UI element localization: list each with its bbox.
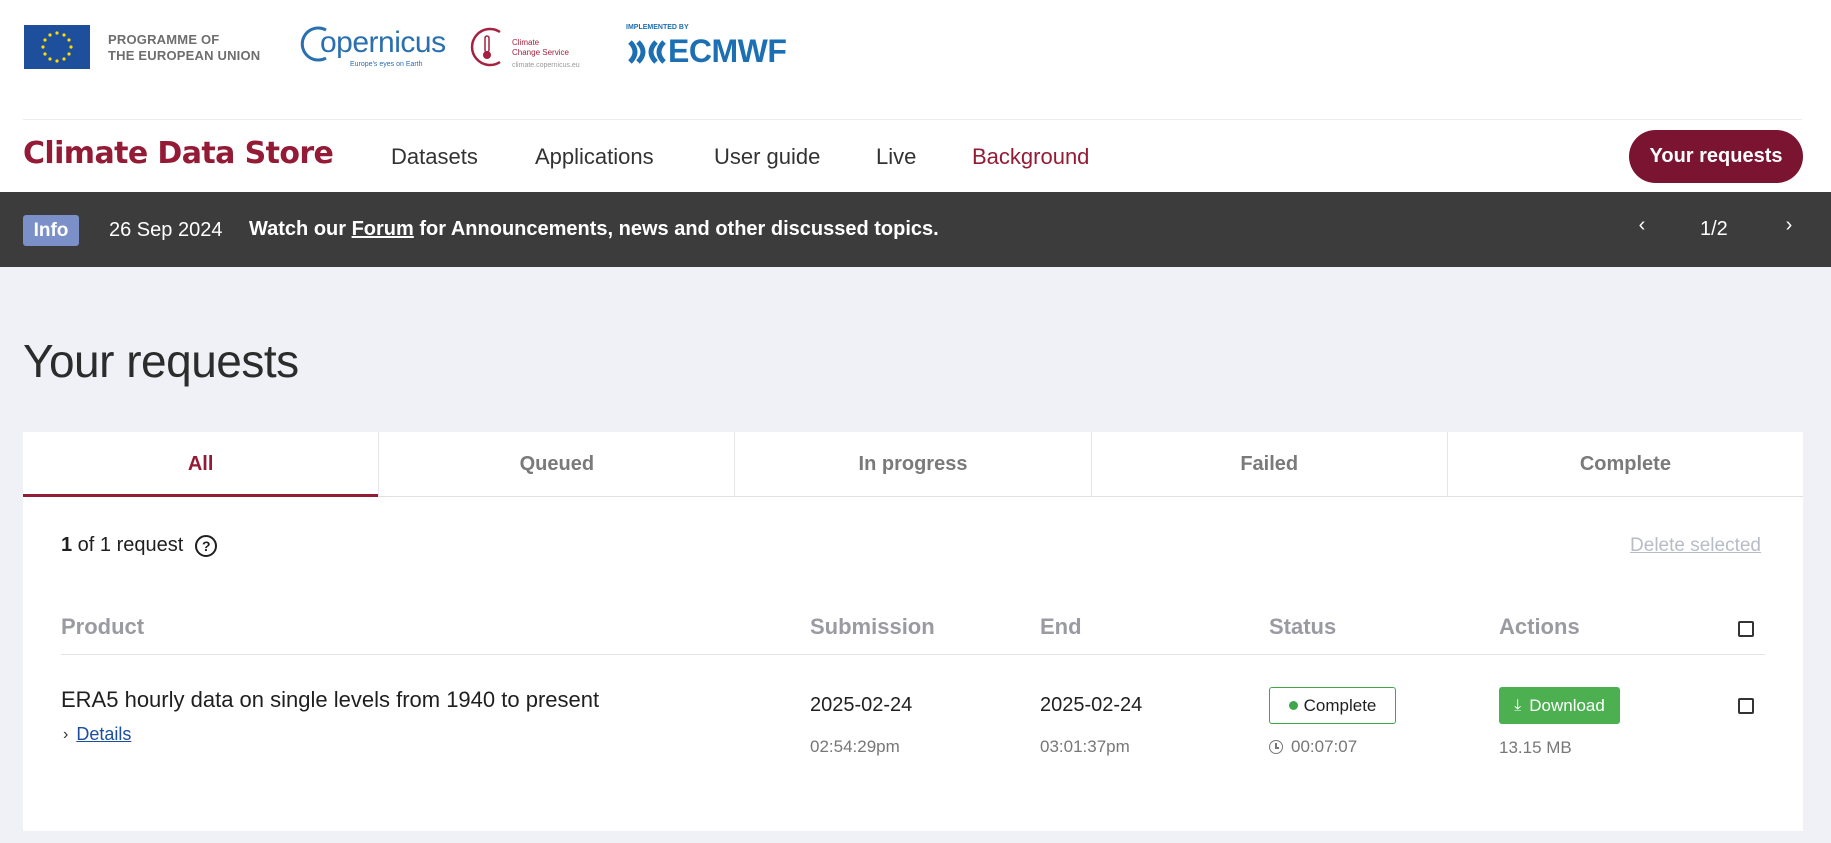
column-header-submission: Submission: [810, 614, 935, 639]
column-header-status: Status: [1269, 614, 1337, 639]
chevron-left-icon[interactable]: ‹: [1632, 214, 1652, 242]
tab-in-progress[interactable]: In progress: [735, 432, 1092, 496]
submission-date: 2025-02-24: [810, 694, 913, 716]
chevron-right-icon[interactable]: ›: [1779, 214, 1799, 242]
tab-all[interactable]: All: [23, 432, 380, 497]
submission-time: 02:54:29pm: [810, 737, 900, 756]
eu-flag-logo: [24, 25, 90, 69]
page-title: Your requests: [23, 335, 299, 387]
column-header-product: Product: [61, 614, 145, 639]
column-header-end: End: [1040, 614, 1082, 639]
select-all-checkbox[interactable]: [1738, 621, 1754, 637]
help-icon[interactable]: ?: [195, 534, 218, 557]
requests-panel: 1 of 1 request ? Delete selected Product…: [23, 497, 1803, 831]
nav-link-live[interactable]: Live: [876, 144, 916, 170]
announcement-message: Watch our Forum for Announcements, news …: [249, 218, 939, 240]
download-button[interactable]: ⤓ Download: [1499, 687, 1620, 724]
brand-title[interactable]: Climate Data Store: [23, 136, 334, 171]
eu-programme-text: PROGRAMME OF THE EUROPEAN UNION: [108, 32, 261, 63]
nav-link-background[interactable]: Background: [972, 144, 1089, 170]
nav-link-user-guide[interactable]: User guide: [714, 144, 820, 170]
nav-link-applications[interactable]: Applications: [535, 144, 654, 170]
request-duration: 00:07:07: [1269, 737, 1357, 757]
request-status-tabs: All Queued In progress Failed Complete: [23, 432, 1803, 497]
tab-complete[interactable]: Complete: [1448, 432, 1803, 496]
ecmwf-logo[interactable]: IMPLEMENTED BY ECMWF: [626, 24, 800, 70]
clock-icon: [1269, 740, 1283, 754]
forum-link[interactable]: Forum: [352, 218, 414, 240]
main-nav: Climate Data Store Datasets Applications…: [0, 120, 1831, 192]
announcement-bar: Info 26 Sep 2024 Watch our Forum for Ann…: [0, 192, 1831, 267]
info-badge: Info: [23, 215, 79, 246]
product-name: ERA5 hourly data on single levels from 1…: [61, 687, 600, 712]
announcement-date: 26 Sep 2024: [109, 219, 223, 241]
chevron-right-icon: ›: [63, 725, 69, 743]
tab-failed[interactable]: Failed: [1092, 432, 1448, 496]
delete-selected-link[interactable]: Delete selected: [1630, 535, 1761, 557]
file-size: 13.15 MB: [1499, 738, 1572, 757]
column-header-actions: Actions: [1499, 614, 1580, 639]
end-date: 2025-02-24: [1040, 694, 1143, 716]
nav-link-datasets[interactable]: Datasets: [391, 144, 478, 170]
status-badge: Complete: [1269, 687, 1396, 724]
copernicus-logo[interactable]: opernicus Europe's eyes on Earth: [300, 22, 446, 72]
download-icon: ⤓: [1514, 696, 1522, 714]
table-header-divider: [61, 654, 1765, 655]
row-select-checkbox[interactable]: [1738, 698, 1754, 714]
climate-change-service-logo[interactable]: Climate Change Service climate.copernicus…: [466, 24, 586, 72]
status-dot-icon: [1288, 701, 1298, 710]
announcement-pager: 1/2: [1700, 218, 1728, 240]
details-toggle[interactable]: › Details: [63, 724, 131, 745]
request-count: 1 of 1 request ?: [61, 534, 218, 557]
end-time: 03:01:37pm: [1040, 737, 1130, 756]
tab-queued[interactable]: Queued: [379, 432, 736, 496]
your-requests-button[interactable]: Your requests: [1629, 130, 1803, 183]
logo-strip: PROGRAMME OF THE EUROPEAN UNION opernicu…: [0, 0, 1831, 120]
